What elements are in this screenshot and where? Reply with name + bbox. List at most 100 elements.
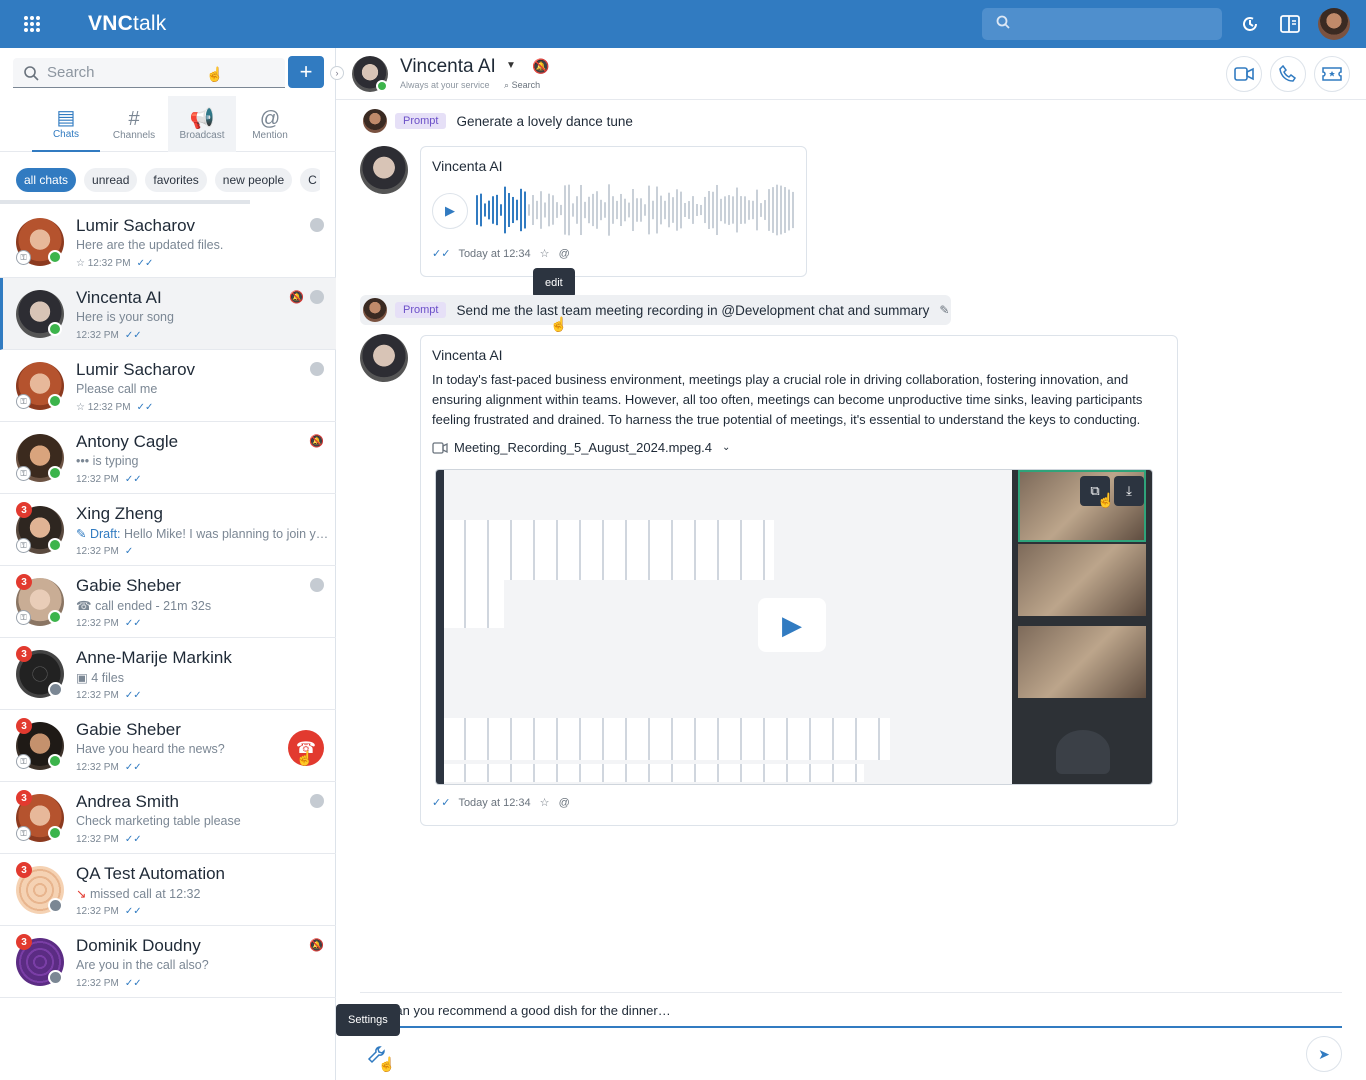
read-check-icon: ✓✓: [432, 797, 451, 809]
audio-call-button[interactable]: [1270, 56, 1306, 92]
audio-waveform[interactable]: [476, 181, 796, 239]
tab-chats[interactable]: ▤ Chats: [32, 96, 100, 152]
new-chat-button[interactable]: +: [288, 56, 324, 88]
waveform-bar: [548, 193, 550, 227]
hand-cursor-icon: ☝: [550, 316, 568, 332]
edit-pencil-icon[interactable]: ✎: [939, 303, 949, 317]
filter-more[interactable]: C: [300, 168, 320, 192]
key-icon: ⚿: [16, 394, 31, 409]
chat-item[interactable]: ⚿ Lumir Sacharov Please call me ☆ 12:32 …: [0, 350, 336, 422]
play-video-button[interactable]: ▶: [758, 598, 826, 652]
chat-item[interactable]: 3 Anne-Marije Markink ▣ 4 files 12:32 PM…: [0, 638, 336, 710]
waveform-bar: [620, 193, 622, 227]
global-search-input[interactable]: [982, 8, 1222, 40]
online-status-dot: [376, 80, 388, 92]
filter-all-chats[interactable]: all chats: [16, 168, 77, 192]
user-avatar[interactable]: [1318, 8, 1350, 40]
chat-name: Vincenta AI: [76, 288, 162, 307]
online-status-dot: [48, 322, 62, 336]
avatar: [360, 334, 408, 382]
unread-badge: 3: [16, 862, 32, 878]
attachment-file[interactable]: Meeting_Recording_5_August_2024.mpeg.4 ⌄: [432, 440, 730, 455]
play-button[interactable]: ▶: [432, 193, 468, 229]
waveform-bar: [676, 189, 678, 231]
chat-time: 12:32 PM ✓✓: [76, 762, 142, 773]
prompt-message[interactable]: Prompt Generate a lovely dance tune: [360, 106, 633, 136]
waveform-bar: [728, 195, 730, 225]
waveform-bar: [736, 187, 738, 233]
download-icon[interactable]: ⤓: [1114, 476, 1144, 506]
chat-item[interactable]: 3 QA Test Automation ↘ missed call at 12…: [0, 854, 336, 926]
waveform-bar: [764, 200, 766, 220]
chat-item[interactable]: 3 ⚿ Xing Zheng ✎ Draft: Hello Mike! I wa…: [0, 494, 336, 566]
muted-bell-icon[interactable]: 🔕: [532, 58, 549, 75]
online-status-dot: [48, 538, 62, 552]
chat-item[interactable]: 3 ⚿ Gabie Sheber ☎ call ended - 21m 32s …: [0, 566, 336, 638]
waveform-bar: [592, 193, 594, 227]
tab-broadcast[interactable]: 📢 Broadcast: [168, 96, 236, 152]
waveform-bar: [704, 196, 706, 224]
chat-time: 12:32 PM ✓✓: [76, 618, 142, 629]
video-thumbnail-strip: [444, 764, 864, 782]
edit-tooltip: edit: [533, 268, 575, 298]
chat-search-input[interactable]: Search: [13, 58, 285, 88]
waveform-bar: [616, 200, 618, 220]
ticket-button[interactable]: [1314, 56, 1350, 92]
message-text: In today's fast-paced business environme…: [432, 372, 1143, 427]
read-check-icon: ✓✓: [124, 906, 142, 917]
read-check-icon: ✓✓: [124, 690, 142, 701]
video-player[interactable]: ▶ ⧉ ⤓: [435, 469, 1153, 785]
chat-item[interactable]: 3 ⚿ Gabie Sheber Have you heard the news…: [0, 710, 336, 782]
waveform-bar: [788, 189, 790, 231]
chat-preview: Check marketing table please: [76, 814, 241, 828]
prompt-tag: Prompt: [395, 113, 447, 129]
history-icon[interactable]: [1238, 12, 1262, 36]
waveform-bar: [716, 184, 718, 236]
chat-item[interactable]: 3 ⚿ Andrea Smith Check marketing table p…: [0, 782, 336, 854]
tab-channels[interactable]: # Channels: [100, 96, 168, 152]
apps-grid-icon[interactable]: [0, 0, 64, 48]
key-icon: ⚿: [16, 250, 31, 265]
chat-name: QA Test Automation: [76, 864, 225, 883]
muted-bell-icon: 🔕: [309, 434, 324, 448]
waveform-bar: [524, 191, 526, 229]
chat-search-link[interactable]: ⌕ Search: [504, 80, 540, 91]
waveform-bar: [784, 187, 786, 233]
message-input[interactable]: Can you recommend a good dish for the di…: [360, 992, 1342, 1028]
video-left-bar: [436, 470, 444, 784]
chat-item[interactable]: ⚿ Antony Cagle ••• is typing 12:32 PM ✓✓ …: [0, 422, 336, 494]
chat-item[interactable]: ⚿ Lumir Sacharov Here are the updated fi…: [0, 206, 336, 278]
filters-scrollbar[interactable]: [0, 200, 250, 204]
chat-title[interactable]: Vincenta AI: [400, 56, 496, 78]
read-check-icon: ✓✓: [124, 762, 142, 773]
waveform-bar: [680, 191, 682, 229]
chat-item[interactable]: 3 Dominik Doudny Are you in the call als…: [0, 926, 336, 998]
prompt-text: Generate a lovely dance tune: [456, 113, 633, 129]
prompt-message-hovered[interactable]: Prompt Send me the last team meeting rec…: [360, 295, 951, 325]
video-call-button[interactable]: [1226, 56, 1262, 92]
video-thumbnail-strip: [444, 520, 774, 580]
waveform-bar: [760, 203, 762, 217]
chat-item-selected[interactable]: Vincenta AI Here is your song 12:32 PM ✓✓…: [0, 278, 336, 350]
waveform-bar: [596, 191, 598, 229]
chevron-down-icon[interactable]: ▼: [506, 60, 516, 71]
hand-cursor-icon: ☝: [206, 66, 224, 82]
chevron-right-icon[interactable]: ›: [330, 66, 344, 80]
panel-icon[interactable]: [1278, 12, 1302, 36]
filter-unread[interactable]: unread: [84, 168, 138, 192]
waveform-bar: [628, 202, 630, 218]
chat-name: Lumir Sacharov: [76, 216, 196, 235]
audio-message-bubble: Vincenta AI ▶ ✓✓ Today at 12:34 ☆ @: [420, 146, 807, 277]
app-logo: VNCtalk: [88, 12, 167, 35]
call-ended-icon: ☎: [76, 599, 92, 613]
group-icon: [48, 970, 63, 985]
filter-new-people[interactable]: new people: [214, 168, 293, 192]
pinned-icon: [310, 794, 324, 808]
chat-preview: ▣ 4 files: [76, 671, 124, 685]
waveform-bar: [688, 201, 690, 219]
filter-favorites[interactable]: favorites: [145, 168, 207, 192]
waveform-bar: [604, 202, 606, 218]
send-button[interactable]: ➤: [1306, 1036, 1342, 1072]
waveform-bar: [732, 196, 734, 224]
tab-mention[interactable]: @ Mention: [236, 96, 304, 152]
